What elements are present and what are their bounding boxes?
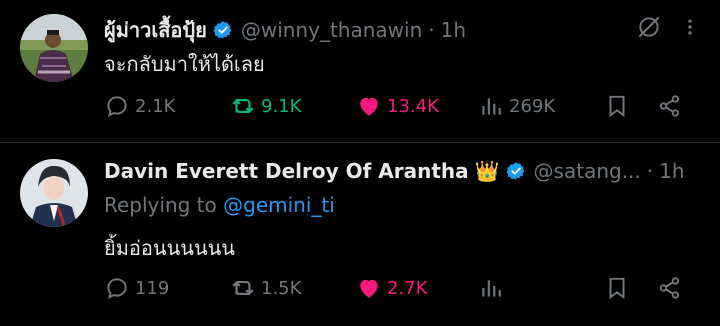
heart-filled-icon — [360, 97, 378, 116]
retweet-button[interactable]: 1.5K — [230, 275, 301, 301]
timestamp[interactable]: 1h — [659, 159, 684, 183]
separator-dot: · — [428, 18, 435, 42]
like-button[interactable]: 13.4K — [356, 93, 439, 119]
bookmark-button[interactable] — [604, 93, 630, 119]
tweet-text: จะกลับมาให้ได้เลย — [104, 52, 265, 76]
tweet-text: ยิ้มอ่อนนนนนน — [104, 236, 235, 260]
tweet-card[interactable]: Davin Everett Delroy Of Arantha 👑 @satan… — [0, 142, 720, 326]
replying-to: Replying to @gemini_ti — [104, 193, 335, 217]
more-options-icon[interactable] — [680, 17, 700, 42]
share-button[interactable] — [657, 275, 683, 301]
retweet-count: 9.1K — [261, 95, 302, 117]
user-handle[interactable]: @winny_thanawin — [241, 18, 422, 42]
avatar[interactable] — [20, 159, 88, 227]
reply-icon — [107, 96, 127, 118]
action-bar: 2.1K 9.1K 13.4K 269K — [104, 91, 700, 121]
like-button[interactable]: 2.7K — [356, 275, 427, 301]
reply-count: 2.1K — [135, 95, 176, 117]
avatar[interactable] — [20, 14, 88, 82]
heart-filled-icon — [360, 279, 378, 298]
views-button[interactable]: 269K — [478, 93, 555, 119]
bookmark-icon — [609, 95, 625, 118]
retweet-button[interactable]: 9.1K — [230, 93, 301, 119]
replying-to-label: Replying to — [104, 193, 217, 217]
reply-button[interactable]: 119 — [104, 275, 169, 301]
tweet-header: ผู้ม่าวเสื้อปุ้ย @winny_thanawin · 1h — [104, 16, 700, 44]
retweet-icon — [232, 98, 254, 114]
views-chart-icon — [482, 98, 501, 115]
user-handle[interactable]: @satang... — [534, 159, 641, 183]
verified-badge-icon — [213, 20, 233, 40]
timestamp[interactable]: 1h — [441, 18, 466, 42]
display-name[interactable]: ผู้ม่าวเสื้อปุ้ย — [104, 14, 207, 46]
action-bar: 119 1.5K 2.7K — [104, 273, 700, 303]
tweet-card[interactable]: ผู้ม่าวเสื้อปุ้ย @winny_thanawin · 1h จะ… — [0, 0, 720, 142]
separator-dot: · — [646, 159, 654, 183]
grok-icon[interactable] — [636, 14, 662, 45]
retweet-icon — [232, 280, 254, 296]
views-count: 269K — [509, 95, 556, 117]
crown-emoji: 👑 — [474, 159, 500, 183]
reply-icon — [107, 278, 127, 300]
reply-count: 119 — [135, 277, 170, 299]
share-icon — [659, 277, 680, 299]
reply-button[interactable]: 2.1K — [104, 93, 175, 119]
like-count: 13.4K — [387, 95, 439, 117]
like-count: 2.7K — [387, 277, 428, 299]
display-name[interactable]: Davin Everett Delroy Of Arantha — [104, 159, 469, 183]
replying-to-mention[interactable]: @gemini_ti — [223, 193, 335, 217]
views-chart-icon — [482, 280, 501, 297]
verified-badge-icon — [506, 161, 526, 181]
share-icon — [659, 95, 680, 117]
bookmark-button[interactable] — [604, 275, 630, 301]
tweet-header: Davin Everett Delroy Of Arantha 👑 @satan… — [104, 157, 700, 185]
retweet-count: 1.5K — [261, 277, 302, 299]
views-button[interactable] — [478, 275, 504, 301]
bookmark-icon — [609, 277, 625, 300]
share-button[interactable] — [657, 93, 683, 119]
